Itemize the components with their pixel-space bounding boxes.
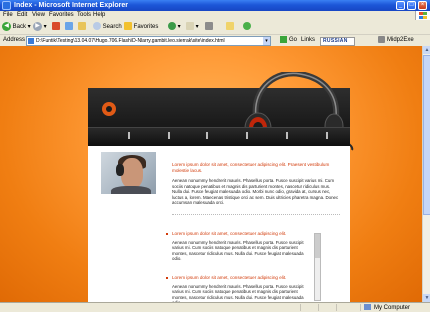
search-icon (93, 22, 101, 31)
nav-divider (128, 132, 130, 139)
emulator-icon (378, 35, 385, 43)
address-value: D:\Funtik\Testing\13.04.07\Hugo.706.Flas… (36, 38, 225, 44)
menu-file[interactable]: File (3, 11, 13, 20)
list-item: Lorem ipsum dolor sit amet, consectetuer… (166, 231, 312, 262)
nav-divider (206, 132, 208, 139)
messenger-icon (243, 22, 251, 31)
site-nav (88, 127, 350, 146)
status-pane (360, 304, 361, 311)
content-divider (172, 214, 340, 215)
star-icon (124, 22, 132, 31)
ie-icon (2, 1, 11, 10)
mail-button[interactable]: ▾ (186, 22, 199, 32)
menu-edit[interactable]: Edit (17, 11, 27, 20)
intro-heading[interactable]: Lorem ipsum dolor sit amet, consectetuer… (172, 162, 340, 173)
search-button[interactable]: Search (93, 22, 122, 32)
list-scrollbar[interactable] (314, 233, 321, 301)
favorites-label: Favorites (133, 24, 159, 30)
address-label: Address (3, 37, 26, 43)
site-header (88, 72, 354, 151)
mail-icon (186, 22, 194, 31)
russian-badge[interactable]: RUSSIAN (320, 37, 355, 46)
refresh-icon (65, 22, 73, 31)
list-item-heading[interactable]: Lorem ipsum dolor sit amet, consectetuer… (166, 275, 312, 281)
nav-divider (286, 132, 288, 139)
scroll-thumb[interactable] (423, 55, 430, 215)
back-label: Back (12, 24, 27, 31)
forward-arrow-icon: ▶ (33, 22, 42, 31)
security-zone: My Computer (364, 303, 410, 312)
scroll-up-arrow-icon[interactable]: ▲ (423, 46, 430, 54)
title-bar: Index - Microsoft Internet Explorer _ □ … (0, 0, 430, 11)
status-bar: My Computer (0, 302, 430, 312)
menu-tools[interactable]: Tools (77, 11, 91, 20)
go-button[interactable]: Go (280, 35, 297, 46)
back-arrow-icon: ◀ (2, 22, 11, 31)
status-pane (300, 304, 301, 311)
photo-face (121, 158, 143, 188)
menu-help[interactable]: Help (93, 11, 105, 20)
folder-icon (226, 22, 234, 31)
maximize-button[interactable]: □ (407, 1, 416, 10)
folder-button[interactable] (226, 22, 234, 32)
history-button[interactable]: ▾ (168, 22, 181, 32)
refresh-button[interactable] (65, 22, 73, 32)
forward-button[interactable]: ▶ ▾ (33, 22, 47, 32)
menu-view[interactable]: View (32, 11, 45, 20)
print-icon (205, 22, 213, 31)
nav-divider (246, 132, 248, 139)
address-dropdown-icon[interactable]: ▾ (263, 37, 270, 45)
browser-window: Index - Microsoft Internet Explorer _ □ … (0, 0, 430, 312)
search-label: Search (102, 24, 122, 30)
russian-label: RUSSIAN (323, 38, 348, 44)
favorites-button[interactable]: Favorites (124, 22, 158, 32)
window-title: Index - Microsoft Internet Explorer (14, 2, 128, 9)
status-pane (336, 304, 337, 311)
windows-logo-icon (415, 11, 430, 20)
toolbar: ◀ Back ▾ ▶ ▾ Search Favorites ▾ ▾ (0, 20, 430, 35)
go-label: Go (289, 37, 298, 43)
computer-icon (364, 304, 371, 311)
stop-button[interactable] (52, 22, 60, 32)
list-item-heading[interactable]: Lorem ipsum dolor sit amet, consectetuer… (166, 231, 312, 237)
zone-label: My Computer (374, 305, 411, 311)
news-list: Lorem ipsum dolor sit amet, consectetuer… (166, 231, 312, 305)
site-logo-icon[interactable] (102, 102, 116, 116)
print-button[interactable] (205, 22, 213, 32)
history-icon (168, 22, 176, 31)
intro-text: Aenean nonummy hendrerit mauris. Phasell… (172, 178, 339, 206)
go-arrow-icon (280, 35, 287, 43)
list-scroll-thumb[interactable] (315, 234, 320, 258)
menu-favorites[interactable]: Favorites (49, 11, 74, 20)
photo-headphone (116, 164, 124, 176)
address-input[interactable]: D:\Funtik\Testing\13.04.07\Hugo.706.Flas… (26, 36, 271, 46)
home-icon (78, 22, 86, 31)
nav-divider (168, 132, 170, 139)
page-scrollbar[interactable]: ▲ ▼ (422, 46, 430, 302)
nav-divider (326, 132, 328, 139)
links-button[interactable]: Links (301, 35, 315, 46)
photo-shirt (111, 186, 151, 194)
scroll-down-arrow-icon[interactable]: ▼ (423, 294, 430, 302)
page-icon (28, 38, 34, 44)
home-button[interactable] (78, 22, 86, 32)
back-button[interactable]: ◀ Back ▾ (2, 22, 31, 32)
messenger-button[interactable] (243, 22, 251, 32)
minimize-button[interactable]: _ (396, 1, 405, 10)
list-item-text: Aenean nonummy hendrerit mauris. Phasell… (172, 239, 304, 262)
person-with-headphones-photo (101, 152, 156, 194)
stop-icon (52, 22, 60, 31)
close-button[interactable]: × (418, 1, 427, 10)
status-pane (318, 304, 319, 311)
